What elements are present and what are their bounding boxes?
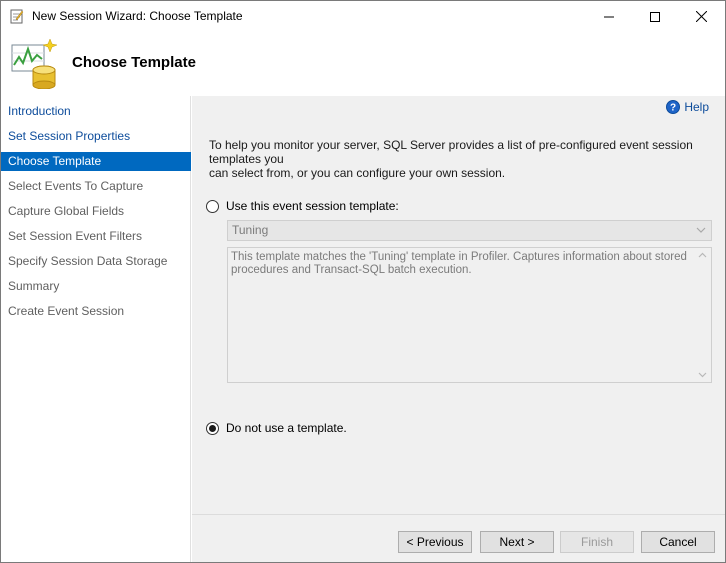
sidebar-item-capture-global-fields: Capture Global Fields	[8, 204, 125, 218]
page-title: Choose Template	[72, 54, 196, 71]
sidebar-item-choose-template[interactable]: Choose Template	[1, 152, 191, 171]
close-button[interactable]	[678, 1, 724, 32]
template-description-line-1: This template matches the 'Tuning' templ…	[231, 251, 687, 263]
session-database-chart-icon	[11, 38, 58, 89]
radio-selected-dot	[209, 424, 216, 432]
sidebar-item-select-events: Select Events To Capture	[8, 179, 144, 193]
no-template-label: Do not use a template.	[226, 421, 347, 435]
template-select: Tuning	[227, 220, 712, 241]
wizard-steps-sidebar: Introduction Set Session Properties Choo…	[1, 96, 191, 562]
template-select-value: Tuning	[232, 223, 269, 237]
use-template-radio[interactable]	[206, 199, 219, 213]
intro-line-2: can select from, or you can configure yo…	[209, 166, 506, 180]
sidebar-item-create-event-session: Create Event Session	[8, 304, 125, 318]
maximize-icon	[650, 11, 660, 22]
use-template-label: Use this event session template:	[226, 199, 399, 213]
sidebar-item-set-session-properties[interactable]: Set Session Properties	[1, 127, 191, 146]
main-panel: ? Help To help you monitor your server, …	[192, 96, 725, 514]
next-button[interactable]: Next >	[480, 531, 554, 553]
use-template-option[interactable]: Use this event session template:	[206, 199, 399, 213]
minimize-button[interactable]	[586, 1, 632, 32]
scroll-up-icon	[698, 252, 707, 258]
chevron-down-icon	[696, 227, 706, 233]
sidebar-item-set-event-filters: Set Session Event Filters	[8, 229, 143, 243]
scroll-down-icon	[698, 372, 707, 378]
description-scrollbar	[695, 249, 710, 381]
title-bar: New Session Wizard: Choose Template	[1, 1, 725, 32]
close-icon	[695, 11, 707, 22]
template-description-line-2: procedures and Transact-SQL batch execut…	[231, 264, 472, 276]
cancel-button[interactable]: Cancel	[641, 531, 715, 553]
sidebar-item-specify-data-storage: Specify Session Data Storage	[8, 254, 168, 268]
previous-button[interactable]: < Previous	[398, 531, 472, 553]
window-title: New Session Wizard: Choose Template	[32, 9, 243, 23]
minimize-icon	[604, 16, 614, 17]
intro-line-1: To help you monitor your server, SQL Ser…	[209, 138, 693, 166]
wizard-footer: < Previous Next > Finish Cancel	[192, 514, 725, 562]
wizard-window: New Session Wizard: Choose Template Choo…	[0, 0, 726, 563]
svg-text:?: ?	[670, 103, 676, 114]
help-label: Help	[684, 100, 709, 114]
template-description: This template matches the 'Tuning' templ…	[227, 247, 712, 383]
no-template-radio[interactable]	[206, 421, 219, 435]
sidebar-item-introduction[interactable]: Introduction	[1, 102, 191, 121]
intro-text: To help you monitor your server, SQL Ser…	[209, 138, 719, 180]
sidebar-item-summary: Summary	[8, 279, 60, 293]
help-circle-icon: ?	[666, 100, 681, 114]
no-template-option[interactable]: Do not use a template.	[206, 421, 347, 435]
wizard-header: Choose Template	[1, 32, 725, 96]
help-link[interactable]: ? Help	[666, 100, 709, 114]
wizard-document-icon	[10, 9, 24, 24]
maximize-button[interactable]	[632, 1, 678, 32]
finish-button: Finish	[560, 531, 634, 553]
